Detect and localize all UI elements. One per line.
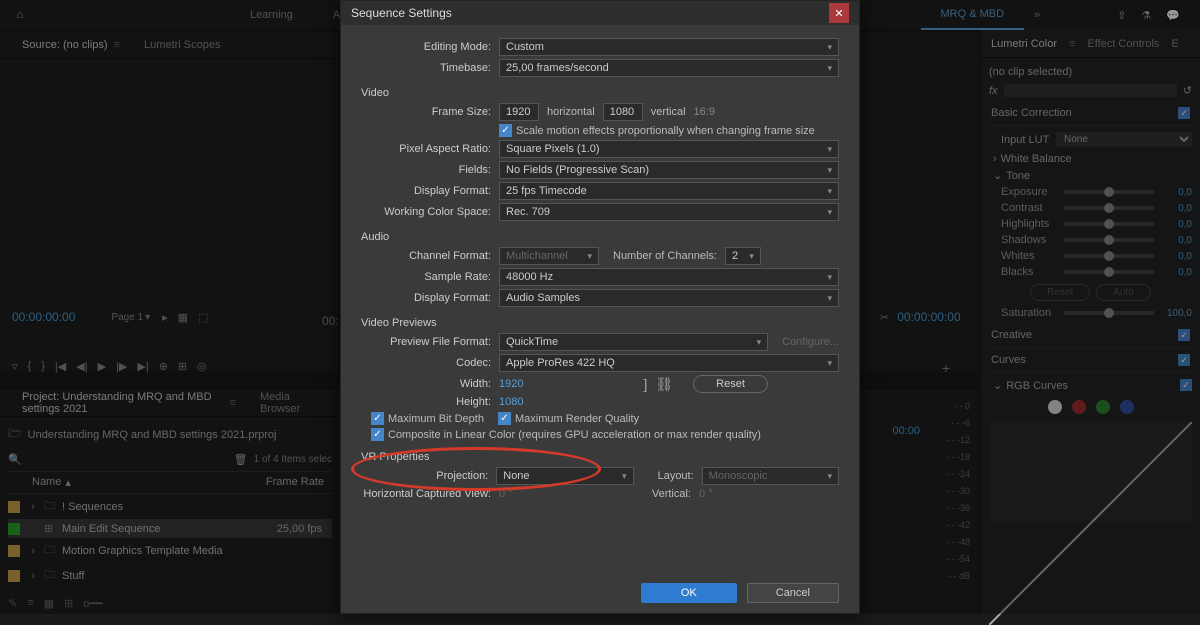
linear-color-label: Composite in Linear Color (requires GPU … [388,429,761,441]
sequence-settings-dialog: Sequence Settings ✕ Editing Mode: Custom… [340,0,860,614]
num-channels-select[interactable]: 2▾ [725,247,761,265]
max-bit-depth-label: Maximum Bit Depth [388,413,484,425]
timebase-select[interactable]: 25,00 frames/second▾ [499,59,839,77]
link-bracket-icon: ] [643,376,647,392]
vertical-captured-label: Vertical: [652,488,691,500]
channel-format-select: Multichannel▾ [499,247,599,265]
layout-label: Layout: [658,470,694,482]
chevron-down-icon: ▾ [827,63,832,74]
scale-motion-checkbox[interactable]: ✓ [499,124,512,137]
working-color-space-select[interactable]: Rec. 709▾ [499,203,839,221]
chevron-down-icon: ▾ [827,358,832,369]
vr-properties-heading: VR Properties [361,451,839,463]
preview-reset-button[interactable]: Reset [693,375,768,393]
max-render-quality-checkbox[interactable]: ✓ [498,412,511,425]
ok-button[interactable]: OK [641,583,737,603]
num-channels-label: Number of Channels: [613,250,717,262]
chevron-down-icon: ▾ [622,471,627,482]
hcv-value: 0 ° [499,488,513,500]
editing-mode-select[interactable]: Custom▾ [499,38,839,56]
projection-label: Projection: [361,470,488,482]
preview-height-value[interactable]: 1080 [499,396,523,408]
chevron-down-icon: ▾ [827,144,832,155]
preview-width-label: Width: [361,378,491,390]
sample-rate-label: Sample Rate: [361,271,491,283]
preview-file-format-select[interactable]: QuickTime▾ [499,333,768,351]
display-format-label: Display Format: [361,185,491,197]
sample-rate-select[interactable]: 48000 Hz▾ [499,268,839,286]
preview-file-format-label: Preview File Format: [361,336,491,348]
projection-select[interactable]: None▾ [496,467,633,485]
chevron-down-icon: ▾ [827,186,832,197]
link-chain-icon[interactable]: ⛓ [655,376,673,393]
par-label: Pixel Aspect Ratio: [361,143,491,155]
video-section-heading: Video [361,87,839,99]
aspect-ratio-label: 16:9 [694,106,715,118]
par-select[interactable]: Square Pixels (1.0)▾ [499,140,839,158]
frame-size-label: Frame Size: [361,106,491,118]
chevron-down-icon: ▾ [827,471,832,482]
chevron-down-icon: ▾ [827,207,832,218]
channel-format-label: Channel Format: [361,250,491,262]
frame-width-input[interactable] [499,103,539,121]
video-previews-heading: Video Previews [361,317,839,329]
audio-display-format-label: Display Format: [361,292,491,304]
chevron-down-icon: ▾ [757,337,762,348]
audio-display-format-select[interactable]: Audio Samples▾ [499,289,839,307]
timebase-label: Timebase: [361,62,491,74]
max-render-quality-label: Maximum Render Quality [515,413,639,425]
frame-height-input[interactable] [603,103,643,121]
vertical-captured-value: 0 ° [699,488,839,500]
chevron-down-icon: ▾ [827,293,832,304]
preview-height-label: Height: [361,396,491,408]
vertical-label: vertical [651,106,686,118]
close-icon[interactable]: ✕ [829,3,849,23]
chevron-down-icon: ▾ [827,42,832,53]
fields-label: Fields: [361,164,491,176]
linear-color-checkbox[interactable]: ✓ [371,428,384,441]
audio-section-heading: Audio [361,231,839,243]
codec-label: Codec: [361,357,491,369]
display-format-select[interactable]: 25 fps Timecode▾ [499,182,839,200]
preview-width-value[interactable]: 1920 [499,378,523,390]
dialog-title: Sequence Settings [351,6,452,20]
scale-motion-label: Scale motion effects proportionally when… [516,125,815,137]
horizontal-captured-view-label: Horizontal Captured View: [361,488,491,500]
configure-button: Configure... [782,336,839,348]
cancel-button[interactable]: Cancel [747,583,839,603]
horizontal-label: horizontal [547,106,595,118]
codec-select[interactable]: Apple ProRes 422 HQ▾ [499,354,839,372]
max-bit-depth-checkbox[interactable]: ✓ [371,412,384,425]
editing-mode-label: Editing Mode: [361,41,491,53]
chevron-down-icon: ▾ [749,251,754,262]
working-color-space-label: Working Color Space: [361,206,491,218]
chevron-down-icon: ▾ [587,251,592,262]
layout-select: Monoscopic▾ [702,467,839,485]
fields-select[interactable]: No Fields (Progressive Scan)▾ [499,161,839,179]
chevron-down-icon: ▾ [827,165,832,176]
chevron-down-icon: ▾ [827,272,832,283]
